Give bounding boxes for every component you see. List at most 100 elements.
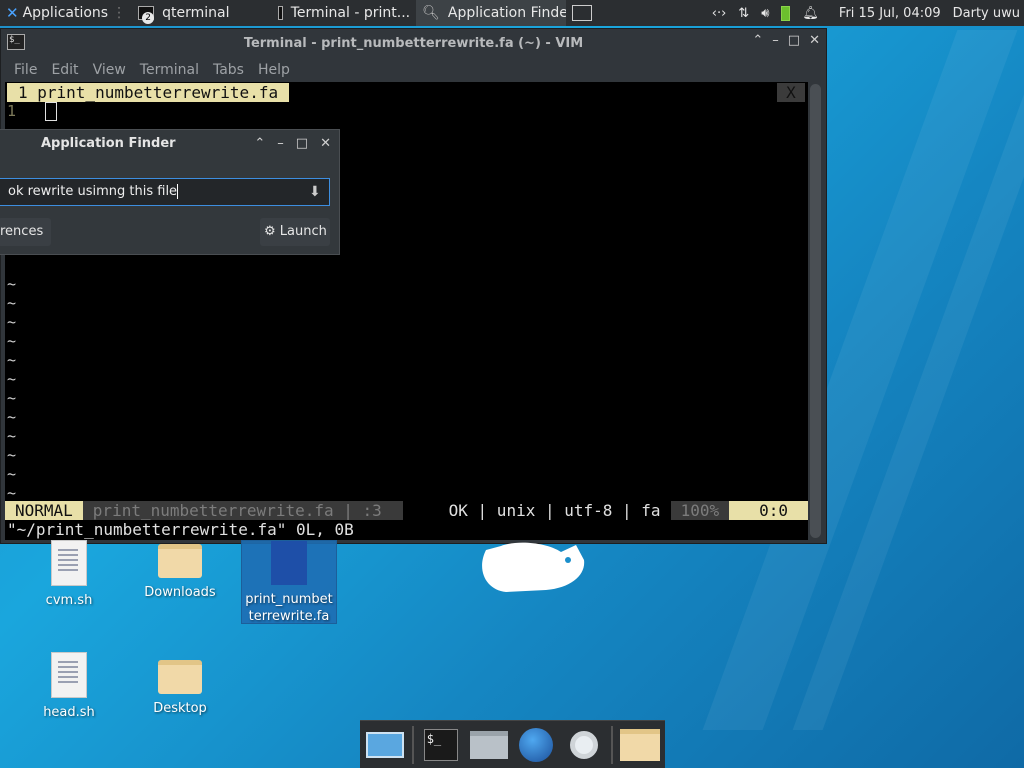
input-caret [177,184,179,199]
notification-bell-icon[interactable]: 🔔︎ [802,6,819,21]
taskbar-app-finder[interactable]: 🔍︎ Application Finder [416,0,567,26]
menu-help[interactable]: Help [251,62,297,78]
tilde-line: ~ [7,446,17,464]
desktop-icon-cvm-sh[interactable]: cvm.sh [21,540,117,609]
taskbar-qterminal[interactable]: 2 qterminal [132,0,272,26]
maximize-icon[interactable]: □ [296,136,308,151]
text-cursor [45,102,57,121]
folder-icon[interactable] [619,724,661,766]
vim-file-status: print_numbetterrewrite.fa | :3 [82,501,403,520]
dock-separator [411,725,414,764]
menu-edit[interactable]: Edit [44,62,85,78]
tilde-line: ~ [7,465,17,483]
desktop-icon-downloads[interactable]: Downloads [132,540,228,601]
menu-file[interactable]: File [7,62,44,78]
desktop-icon-label: cvm.sh [45,593,93,608]
terminal-task-label: Terminal - print... [290,5,411,21]
close-icon[interactable]: ✕ [320,136,331,151]
downloads-folder-icon [158,544,202,578]
minimize-icon[interactable]: – [772,33,779,48]
network-arrows-icon[interactable]: ‹·› [712,6,727,21]
vim-tab[interactable]: 1 print_numbetterrewrite.fa [7,83,290,102]
vim-file-info: OK | unix | utf-8 | fa [448,501,661,520]
line-number: 1 [7,102,17,120]
top-panel: ✕ Applications ⋮ 2 qterminal Terminal - … [0,0,1024,26]
xfce-logo-icon: ✕ [6,4,19,22]
vim-percent: 100% [670,501,730,520]
document-icon [271,541,307,585]
show-desktop-icon[interactable] [364,724,406,766]
tilde-line: ~ [7,408,17,426]
clock[interactable]: Fri 15 Jul, 04:09 [839,6,941,21]
user-menu[interactable]: Darty uwu [953,6,1020,21]
vim-statusline: NORMAL print_numbetterrewrite.fa | :3 OK… [5,501,808,520]
tilde-line: ~ [7,332,17,350]
menu-terminal[interactable]: Terminal [133,62,206,78]
terminal-titlebar[interactable]: $_ Terminal - print_numbetterrewrite.fa … [1,29,826,57]
desktop-icon-label: Desktop [153,701,207,716]
finder-titlebar[interactable]: Application Finder ⌃ – □ ✕ [0,130,339,158]
expand-down-icon[interactable]: ⬇ [309,184,323,200]
roll-up-icon[interactable]: ⌃ [752,33,763,48]
vim-tab-close[interactable]: X [777,83,805,102]
launch-icon: ⚙ [264,224,276,239]
terminal-title: Terminal - print_numbetterrewrite.fa (~)… [243,35,584,51]
maximize-icon[interactable]: □ [788,33,800,48]
launch-label: Launch [279,224,327,239]
app-finder-window: Application Finder ⌃ – □ ✕ ok rewrite us… [0,129,340,255]
preferences-button[interactable]: rences [0,218,52,246]
finder-title: Application Finder [41,136,176,151]
search-icon: 🔍︎ [422,5,440,21]
launch-button[interactable]: ⚙ Launch [260,218,330,246]
tilde-line: ~ [7,389,17,407]
updown-arrows-icon[interactable]: ⇅ [738,6,749,21]
desktop-icon-label: print_numbet terrewrite.fa [245,592,333,624]
desktop-icon-desktop[interactable]: Desktop [132,652,228,717]
applications-label: Applications [22,5,109,21]
home-folder-icon[interactable] [468,724,510,766]
desktop-icon-label: head.sh [43,705,95,720]
terminal-icon: 2 [138,6,155,24]
tilde-line: ~ [7,313,17,331]
vim-mode: NORMAL [5,501,83,520]
tilde-line: ~ [7,427,17,445]
window-count-badge: 2 [142,12,155,24]
terminal-icon[interactable]: $_ [420,724,462,766]
desktop-icon-print-numbetterrewrite[interactable]: print_numbet terrewrite.fa [241,540,337,624]
finder-input-text: ok rewrite usimng this file [8,184,178,199]
minimize-icon[interactable]: – [277,136,284,151]
grip-icon: ⋮ [112,5,127,21]
tilde-line: ~ [7,351,17,369]
wallpaper-streak [792,30,1024,730]
menu-view[interactable]: View [86,62,133,78]
volume-icon[interactable]: 🔊︎ [761,6,769,21]
workspace-icon [572,5,593,21]
qterminal-label: qterminal [162,5,230,21]
script-file-icon [51,652,87,698]
app-finder-icon[interactable] [563,724,605,766]
tilde-line: ~ [7,275,17,293]
roll-up-icon[interactable]: ⌃ [254,136,265,151]
dock: $_ [360,720,665,768]
taskbar-terminal-vim[interactable]: Terminal - print... [272,0,416,26]
tilde-line: ~ [7,370,17,388]
battery-icon[interactable] [781,5,791,21]
terminal-window: $_ Terminal - print_numbetterrewrite.fa … [0,28,827,544]
system-tray: ‹·› ⇅ 🔊︎ 🔔︎ Fri 15 Jul, 04:09 Darty uwu [712,5,1024,21]
web-browser-icon[interactable] [515,724,557,766]
terminal-icon: $_ [7,34,25,50]
dock-separator [611,725,614,764]
menu-tabs[interactable]: Tabs [206,62,251,78]
applications-menu[interactable]: ✕ Applications ⋮ [0,0,132,26]
finder-search-input[interactable]: ok rewrite usimng this file ⬇ [0,178,330,206]
vim-position: 0:0 [729,501,808,520]
terminal-scrollbar[interactable] [810,84,821,538]
terminal-icon [278,6,283,20]
vim-command-line: "~/print_numbetterrewrite.fa" 0L, 0B [7,520,354,539]
terminal-menubar: File Edit View Terminal Tabs Help [1,57,826,83]
close-icon[interactable]: ✕ [809,33,820,48]
xfce-mouse-logo [482,542,585,592]
desktop-icon-head-sh[interactable]: head.sh [21,652,117,721]
script-file-icon [51,540,87,586]
workspace-switcher[interactable] [566,0,598,26]
